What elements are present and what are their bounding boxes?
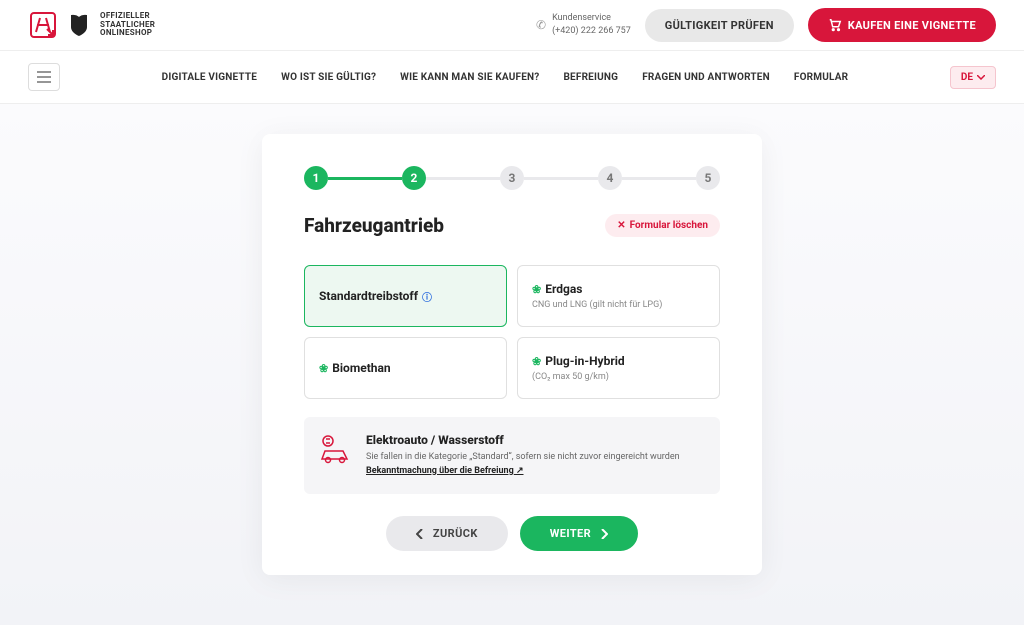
leaf-icon: ❀ [532,283,541,296]
info-icon[interactable]: ⓘ [422,289,432,304]
nav-item[interactable]: DIGITALE VIGNETTE [162,72,258,83]
nav-links: DIGITALE VIGNETTE WO IST SIE GÜLTIG? WIE… [162,72,849,83]
electric-title: Elektroauto / Wasserstoff [366,433,706,447]
clear-form-button[interactable]: ✕ Formular löschen [605,214,720,237]
exemption-link[interactable]: Bekanntmachung über die Befreiung ↗ [366,466,524,476]
chevron-right-icon [601,529,608,539]
language-selector[interactable]: DE [950,66,996,89]
back-button[interactable]: ZURÜCK [386,516,508,551]
nav-item[interactable]: WIE KANN MAN SIE KAUFEN? [400,72,539,83]
phone-icon: ✆ [536,17,546,34]
next-button[interactable]: WEITER [520,516,638,551]
step-3[interactable]: 3 [500,166,524,190]
logo-group[interactable]: OFFIZIELLER STAATLICHER ONLINESHOP [28,10,155,40]
step-1[interactable]: 1 [304,166,328,190]
nav-item[interactable]: WO IST SIE GÜLTIG? [281,72,376,83]
electric-car-icon [318,433,352,467]
menu-toggle-button[interactable] [28,63,60,91]
customer-service[interactable]: ✆ Kundenservice (+420) 222 266 757 [536,12,631,37]
electric-info-box: Elektroauto / Wasserstoff Sie fallen in … [304,417,720,494]
highway-logo-icon [28,10,58,40]
nav-item[interactable]: BEFREIUNG [563,72,618,83]
logo-label: OFFIZIELLER STAATLICHER ONLINESHOP [100,12,155,38]
wizard-card: 1 2 3 4 5 Fahrzeugantrieb ✕ Formular lös… [262,134,762,575]
close-icon: ✕ [617,220,625,231]
buy-vignette-button[interactable]: KAUFEN EINE VIGNETTE [808,8,996,42]
step-2[interactable]: 2 [402,166,426,190]
leaf-icon: ❀ [532,355,541,368]
step-5[interactable]: 5 [696,166,720,190]
cart-icon [828,18,842,32]
option-biomethane[interactable]: ❀ Biomethan [304,337,507,399]
leaf-icon: ❀ [319,362,328,375]
option-standard-fuel[interactable]: Standardtreibstoff ⓘ [304,265,507,327]
kunden-label: Kundenservice [552,12,631,25]
page-title: Fahrzeugantrieb [304,214,444,237]
nav-item[interactable]: FRAGEN UND ANTWORTEN [642,72,770,83]
lion-emblem-icon [68,13,90,37]
option-plugin-hybrid[interactable]: ❀ Plug-in-Hybrid (CO₂ max 50 g/km) [517,337,720,399]
option-natural-gas[interactable]: ❀ Erdgas CNG und LNG (gilt nicht für LPG… [517,265,720,327]
electric-description: Sie fallen in die Kategorie „Standard“, … [366,451,706,478]
check-validity-button[interactable]: GÜLTIGKEIT PRÜFEN [645,9,794,42]
step-indicator: 1 2 3 4 5 [304,166,720,190]
hamburger-icon [37,71,51,83]
chevron-down-icon [977,75,985,80]
chevron-left-icon [416,529,423,539]
nav-item[interactable]: FORMULAR [794,72,848,83]
step-4[interactable]: 4 [598,166,622,190]
kunden-phone: (+420) 222 266 757 [552,25,631,38]
